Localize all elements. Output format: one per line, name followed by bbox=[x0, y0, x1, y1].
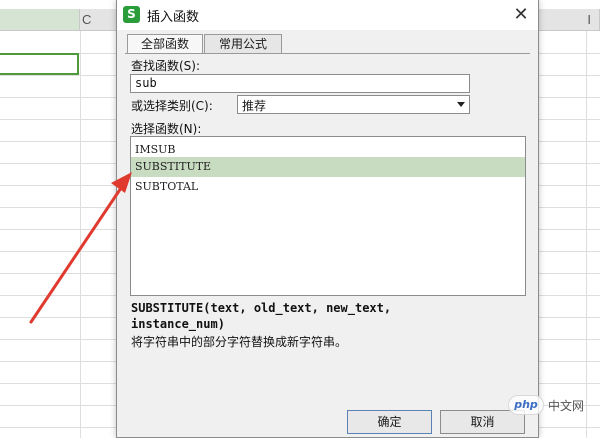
function-signature-line: SUBSTITUTE(text, old_text, new_text, bbox=[131, 301, 392, 315]
watermark-text: 中文网 bbox=[548, 399, 585, 413]
function-item-substitute[interactable]: SUBSTITUTE bbox=[131, 157, 525, 177]
dialog-title: 插入函数 bbox=[147, 10, 200, 25]
ok-button[interactable]: 确定 bbox=[347, 410, 432, 434]
dialog-title-bar[interactable]: S 插入函数 ✕ bbox=[117, 0, 538, 30]
close-icon[interactable]: ✕ bbox=[510, 4, 532, 26]
php-logo-icon: php bbox=[508, 395, 544, 415]
selected-cell[interactable] bbox=[0, 53, 79, 75]
insert-function-dialog: S 插入函数 ✕ 全部函数 常用公式 查找函数(S): sub 或选择类别(C)… bbox=[116, 0, 539, 438]
category-selected-value: 推荐 bbox=[242, 99, 267, 113]
column-header-label: I bbox=[587, 12, 591, 27]
tab-common-formulas[interactable]: 常用公式 bbox=[204, 34, 282, 53]
tab-panel-border bbox=[125, 53, 530, 54]
function-description: 将字符串中的部分字符替换成新字符串。 bbox=[131, 335, 348, 349]
function-item-subtotal[interactable]: SUBTOTAL bbox=[131, 177, 525, 197]
tab-all-functions[interactable]: 全部函数 bbox=[127, 34, 203, 54]
dropdown-arrow-icon[interactable] bbox=[457, 102, 465, 107]
column-header-label: C bbox=[82, 12, 92, 27]
function-signature: SUBSTITUTE(text, old_text, new_text, ins… bbox=[131, 300, 421, 332]
app-logo-icon: S bbox=[123, 6, 140, 23]
column-header-a[interactable] bbox=[0, 9, 80, 31]
category-select[interactable]: 推荐 bbox=[237, 95, 470, 114]
function-list-label: 选择函数(N): bbox=[131, 122, 202, 136]
search-label: 查找函数(S): bbox=[131, 59, 201, 73]
function-signature-line: instance_num) bbox=[131, 317, 225, 331]
column-gridline bbox=[80, 31, 81, 438]
column-header-b[interactable]: C bbox=[80, 9, 120, 31]
column-gridline bbox=[586, 31, 587, 438]
column-header-right[interactable]: I bbox=[538, 9, 600, 31]
search-input[interactable]: sub bbox=[130, 74, 470, 93]
category-label: 或选择类别(C): bbox=[131, 99, 213, 113]
function-list[interactable]: IMSUB SUBSTITUTE SUBTOTAL bbox=[130, 136, 526, 296]
